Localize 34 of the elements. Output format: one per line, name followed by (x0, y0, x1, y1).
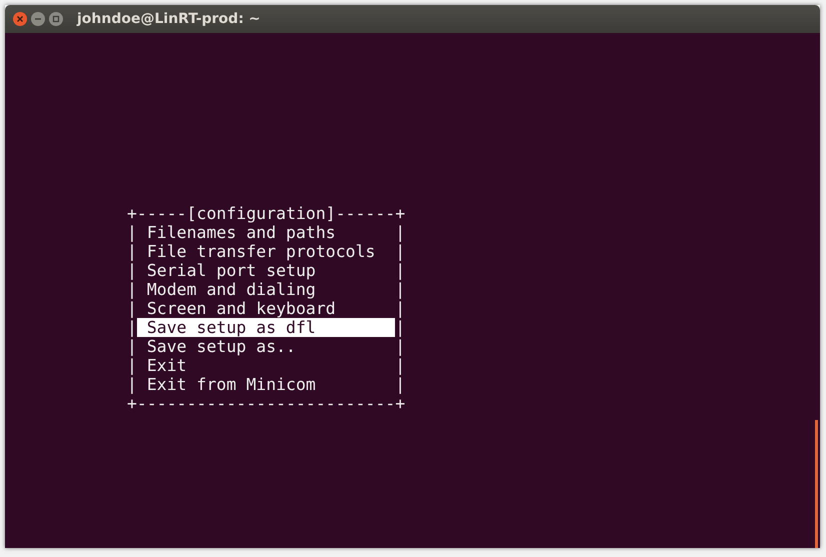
menu-border: | (127, 356, 137, 375)
menu-border: | (395, 261, 406, 280)
menu-border: | (127, 375, 137, 394)
menu-border: | (395, 280, 406, 299)
menu-border: | (127, 223, 137, 242)
menu-border: +-----[configuration]------+ (127, 204, 406, 223)
menu-border: | (127, 318, 137, 337)
menu-item[interactable]: Modem and dialing (136, 280, 396, 299)
menu-item[interactable]: Serial port setup (136, 261, 396, 280)
menu-border: | (395, 356, 406, 375)
menu-border: +--------------------------+ (127, 394, 406, 413)
menu-item[interactable]: Save setup as.. (136, 337, 396, 356)
menu-border: | (127, 299, 137, 318)
menu-border: | (127, 337, 137, 356)
menu-border: | (395, 242, 406, 261)
close-icon[interactable] (13, 12, 27, 26)
menu-border: | (395, 337, 406, 356)
menu-border: | (127, 261, 137, 280)
menu-border: | (127, 280, 137, 299)
menu-border: | (395, 299, 406, 318)
menu-border: | (395, 223, 406, 242)
menu-item[interactable]: Filenames and paths (136, 223, 396, 242)
minimize-icon[interactable] (31, 12, 45, 26)
menu-item[interactable]: Save setup as dfl (136, 318, 396, 337)
window-title: johndoe@LinRT-prod: ~ (77, 11, 260, 27)
maximize-icon[interactable] (49, 12, 63, 26)
scrollbar-thumb[interactable] (815, 420, 818, 548)
menu-item[interactable]: Exit (136, 356, 396, 375)
menu-item[interactable]: File transfer protocols (136, 242, 396, 261)
menu-border: | (395, 375, 406, 394)
menu-item[interactable]: Exit from Minicom (136, 375, 396, 394)
menu-item[interactable]: Screen and keyboard (136, 299, 396, 318)
menu-border: | (127, 242, 137, 261)
menu-border: | (395, 318, 406, 337)
